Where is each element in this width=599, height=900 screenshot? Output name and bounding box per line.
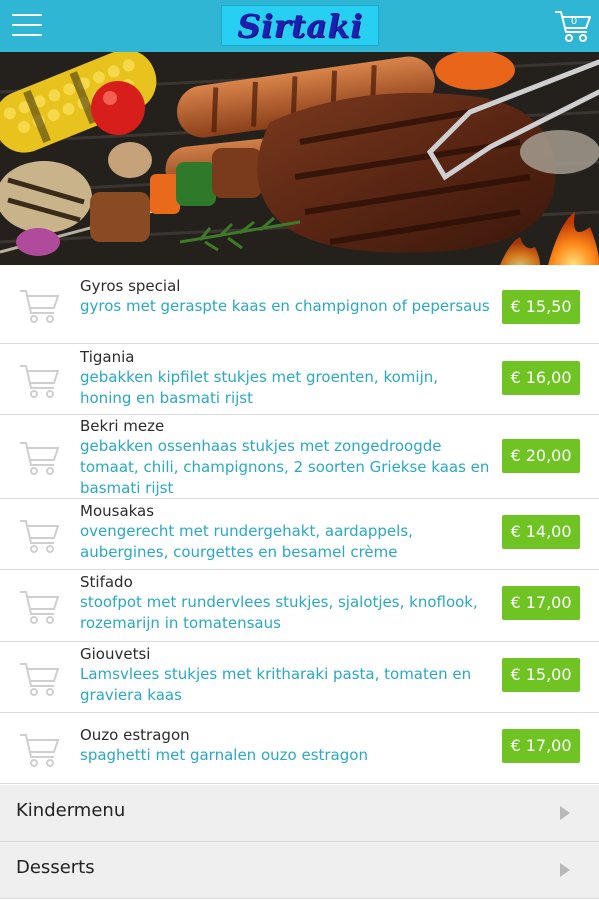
price-button[interactable]: € 17,00 — [502, 586, 580, 620]
dish-description: ovengerecht met rundergehakt, aardappels… — [80, 522, 413, 561]
dish-name: Giouvetsi — [80, 645, 151, 663]
price-button[interactable]: € 20,00 — [502, 439, 580, 473]
category-label: Desserts — [16, 857, 95, 878]
app-logo: Sirtaki — [221, 5, 379, 46]
dish-info: Gyros special gyros met geraspte kaas en… — [80, 276, 490, 317]
dish-name: Stifado — [80, 573, 133, 591]
shopping-cart-button[interactable]: 0 — [554, 8, 592, 44]
hamburger-line — [12, 34, 42, 36]
add-to-cart-icon[interactable] — [18, 437, 60, 477]
logo-text: Sirtaki — [237, 6, 363, 45]
dish-description: spaghetti met garnalen ouzo estragon — [80, 746, 368, 764]
dish-info: Mousakas ovengerecht met rundergehakt, a… — [80, 501, 490, 563]
add-to-cart-icon[interactable] — [18, 515, 60, 555]
dish-name: Tigania — [80, 348, 135, 366]
add-to-cart-icon[interactable] — [18, 285, 60, 325]
price-button[interactable]: € 17,00 — [502, 729, 580, 763]
grilled-food-image — [0, 52, 599, 265]
top-app-bar: Sirtaki 0 — [0, 0, 599, 52]
add-to-cart-icon[interactable] — [18, 586, 60, 626]
list-item: Ouzo estragon spaghetti met garnalen ouz… — [0, 713, 599, 784]
add-to-cart-icon[interactable] — [18, 729, 60, 769]
dish-info: Stifado stoofpot met rundervlees stukjes… — [80, 572, 490, 634]
dish-name: Mousakas — [80, 502, 155, 520]
hero-image — [0, 52, 599, 265]
dish-description: gyros met geraspte kaas en champignon of… — [80, 297, 490, 315]
list-item: Mousakas ovengerecht met rundergehakt, a… — [0, 499, 599, 570]
list-item: Bekri meze gebakken ossenhaas stukjes me… — [0, 415, 599, 499]
add-to-cart-icon[interactable] — [18, 658, 60, 698]
add-to-cart-icon[interactable] — [18, 360, 60, 400]
list-item: Gyros special gyros met geraspte kaas en… — [0, 265, 599, 344]
dish-description: gebakken ossenhaas stukjes met zongedroo… — [80, 437, 490, 497]
category-row-desserts[interactable]: Desserts — [0, 842, 599, 899]
dish-description: Lamsvlees stukjes met kritharaki pasta, … — [80, 665, 472, 704]
dish-description: stoofpot met rundervlees stukjes, sjalot… — [80, 593, 478, 632]
hamburger-line — [12, 14, 42, 16]
chevron-right-icon — [560, 806, 570, 820]
list-item: Tigania gebakken kipfilet stukjes met gr… — [0, 344, 599, 415]
hamburger-menu-button[interactable] — [12, 12, 42, 38]
dish-info: Tigania gebakken kipfilet stukjes met gr… — [80, 347, 490, 409]
category-row-kindermenu[interactable]: Kindermenu — [0, 785, 599, 842]
dish-description: gebakken kipfilet stukjes met groenten, … — [80, 368, 439, 407]
cart-count-badge: 0 — [570, 16, 578, 27]
category-label: Kindermenu — [16, 800, 126, 821]
dish-list: Gyros special gyros met geraspte kaas en… — [0, 265, 599, 784]
dish-name: Ouzo estragon — [80, 726, 190, 744]
price-button[interactable]: € 15,00 — [502, 658, 580, 692]
price-button[interactable]: € 14,00 — [502, 515, 580, 549]
list-item: Stifado stoofpot met rundervlees stukjes… — [0, 570, 599, 642]
dish-name: Gyros special — [80, 277, 181, 295]
dish-info: Giouvetsi Lamsvlees stukjes met krithara… — [80, 644, 490, 706]
dish-info: Ouzo estragon spaghetti met garnalen ouz… — [80, 725, 490, 766]
chevron-right-icon — [560, 863, 570, 877]
dish-info: Bekri meze gebakken ossenhaas stukjes me… — [80, 416, 490, 499]
list-item: Giouvetsi Lamsvlees stukjes met krithara… — [0, 642, 599, 713]
dish-name: Bekri meze — [80, 417, 165, 435]
price-button[interactable]: € 15,50 — [502, 290, 580, 324]
hamburger-line — [12, 24, 42, 26]
price-button[interactable]: € 16,00 — [502, 361, 580, 395]
